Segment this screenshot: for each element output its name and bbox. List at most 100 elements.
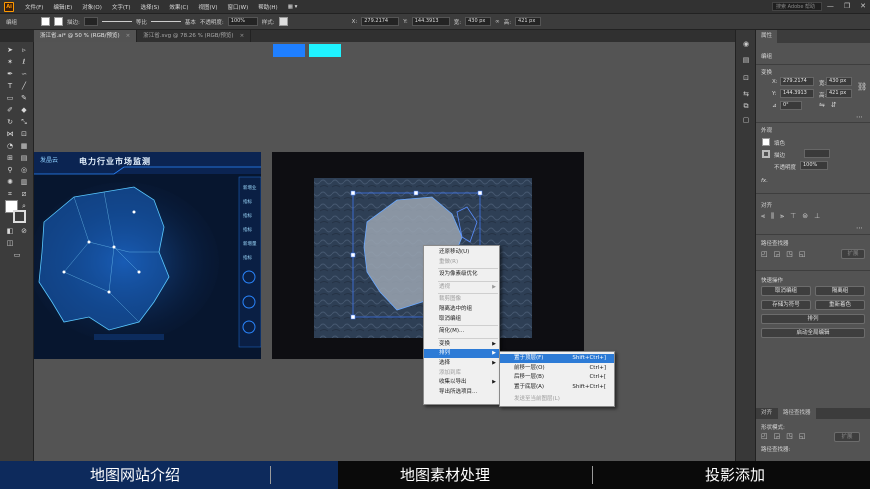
- paintbrush-tool-icon[interactable]: ✎: [18, 93, 30, 103]
- save-as-symbol-button[interactable]: 存储为符号: [761, 300, 811, 310]
- start-global-edit-button[interactable]: 启动全局编辑: [761, 328, 865, 338]
- context-menu-item[interactable]: 还原移动(U): [424, 248, 499, 257]
- expand-button[interactable]: 扩展: [841, 249, 865, 259]
- magic-wand-tool-icon[interactable]: ✶: [4, 57, 16, 67]
- tab-properties[interactable]: 属性: [756, 30, 778, 43]
- curvature-tool-icon[interactable]: ∽: [18, 69, 30, 79]
- w-field[interactable]: 430 px: [465, 17, 492, 26]
- unite-icon[interactable]: ◰: [761, 250, 768, 258]
- x-field[interactable]: 279.2174: [780, 77, 814, 86]
- column-graph-tool-icon[interactable]: ▥: [18, 177, 30, 187]
- style-swatch[interactable]: [278, 17, 288, 26]
- free-transform-tool-icon[interactable]: ⊡: [18, 129, 30, 139]
- opacity-field[interactable]: 100%: [800, 161, 828, 170]
- w-field[interactable]: 430 px: [826, 77, 852, 86]
- workspace-switcher-icon[interactable]: ▦ ▾: [283, 4, 303, 10]
- menu-type[interactable]: 文字(T): [107, 3, 136, 11]
- cyan-color-chip[interactable]: [309, 44, 341, 57]
- h-field[interactable]: 421 px: [826, 89, 852, 98]
- dashboard-artboard[interactable]: 发晶云 电力行业市场监测 新增业 指标 指标 指标 新增量 指标: [34, 152, 261, 359]
- arrange-menu-item[interactable]: 前移一层(O) Ctrl+]: [500, 364, 614, 373]
- blue-color-chip[interactable]: [273, 44, 305, 57]
- type-tool-icon[interactable]: T: [4, 81, 16, 91]
- stroke-color-swatch[interactable]: [13, 210, 26, 223]
- line-tool-icon[interactable]: ╱: [18, 81, 30, 91]
- close-icon[interactable]: ✕: [860, 2, 866, 10]
- tab-align[interactable]: 对齐: [756, 408, 777, 419]
- fill-swatch[interactable]: [762, 138, 770, 146]
- context-menu-item[interactable]: 简化(M)...: [424, 327, 499, 336]
- y-field[interactable]: 144.3913: [411, 17, 450, 26]
- mesh-tool-icon[interactable]: ⊞: [4, 153, 16, 163]
- menu-effect[interactable]: 效果(C): [164, 3, 193, 11]
- blend-tool-icon[interactable]: ◎: [18, 165, 30, 175]
- arrange-button[interactable]: 排列: [761, 314, 865, 324]
- align-center-h-icon[interactable]: ⫼: [771, 212, 774, 221]
- context-menu-item[interactable]: 隔离选中的组: [424, 305, 499, 314]
- flip-vertical-icon[interactable]: ⇵: [831, 101, 837, 109]
- y-field[interactable]: 144.3913: [780, 89, 814, 98]
- minimize-icon[interactable]: —: [827, 2, 834, 10]
- menu-select[interactable]: 选择(S): [136, 3, 165, 11]
- opacity-field[interactable]: 100%: [227, 17, 258, 26]
- menu-view[interactable]: 视图(V): [193, 3, 222, 11]
- minus-front-icon[interactable]: ◲: [774, 432, 781, 440]
- symbol-sprayer-tool-icon[interactable]: ✺: [4, 177, 16, 187]
- align-right-icon[interactable]: ⫸: [780, 212, 784, 221]
- direct-selection-tool-icon[interactable]: ▹: [18, 45, 30, 55]
- exclude-icon[interactable]: ◱: [799, 250, 806, 258]
- artboard-tool-icon[interactable]: ⌗: [4, 189, 16, 199]
- x-field[interactable]: 279.2174: [361, 17, 400, 26]
- context-menu-item[interactable]: 收集以导出 ▶: [424, 378, 499, 387]
- context-menu-item[interactable]: 排列 ▶: [424, 349, 499, 359]
- eraser-tool-icon[interactable]: ◆: [18, 105, 30, 115]
- align-top-icon[interactable]: ⊤: [790, 212, 796, 221]
- rotate-tool-icon[interactable]: ↻: [4, 117, 16, 127]
- fx-icon[interactable]: fx.: [761, 178, 768, 184]
- h-field[interactable]: 421 px: [515, 17, 542, 26]
- menu-window[interactable]: 窗口(W): [223, 3, 254, 11]
- scale-tool-icon[interactable]: ⤡: [18, 117, 30, 127]
- intersect-icon[interactable]: ◳: [786, 250, 793, 258]
- context-menu-item[interactable]: 取消编组: [424, 315, 499, 324]
- stroke-profile-line[interactable]: [101, 21, 132, 22]
- close-tab-icon[interactable]: ×: [126, 33, 131, 39]
- rectangle-tool-icon[interactable]: ▭: [4, 93, 16, 103]
- canvas-area[interactable]: 发晶云 电力行业市场监测 新增业 指标 指标 指标 新增量 指标: [34, 42, 735, 461]
- none-color-icon[interactable]: ⊘: [18, 226, 30, 236]
- recolor-button[interactable]: 重新着色: [815, 300, 865, 310]
- brush-line[interactable]: [150, 21, 181, 22]
- fill-swatch[interactable]: [41, 17, 51, 26]
- maximize-icon[interactable]: ❐: [844, 2, 850, 10]
- isolate-group-button[interactable]: 隔离组: [815, 286, 865, 296]
- context-menu-item[interactable]: 选择 ▶: [424, 359, 499, 368]
- perspective-grid-tool-icon[interactable]: ▦: [18, 141, 30, 151]
- help-search-input[interactable]: 搜索 Adobe 帮助: [772, 2, 822, 11]
- more-options-icon[interactable]: ⋯: [856, 113, 863, 121]
- libraries-panel-icon[interactable]: ▤: [741, 56, 751, 65]
- arrange-menu-item[interactable]: 置于底层(A) Shift+Ctrl+[: [500, 383, 614, 392]
- artboards-panel-icon[interactable]: ⧉: [741, 102, 751, 111]
- screen-mode-icon[interactable]: ▭: [11, 250, 23, 260]
- image-trace-icon[interactable]: ⊡: [741, 74, 751, 83]
- arrange-menu-item[interactable]: 置于顶层(F) Shift+Ctrl+]: [500, 354, 614, 363]
- gradient-tool-icon[interactable]: ▤: [18, 153, 30, 163]
- menu-help[interactable]: 帮助(H): [253, 3, 282, 11]
- minus-front-icon[interactable]: ◲: [774, 250, 781, 258]
- shape-builder-tool-icon[interactable]: ◔: [4, 141, 16, 151]
- lasso-tool-icon[interactable]: ℓ: [18, 57, 30, 67]
- close-tab-icon[interactable]: ×: [240, 33, 245, 39]
- align-middle-v-icon[interactable]: ⊜: [802, 212, 808, 221]
- tab-doc-svg[interactable]: 浙江省.svg @ 78.26 % (RGB/预览) ×: [137, 30, 252, 42]
- context-menu-item[interactable]: 导出所选项目...: [424, 388, 499, 397]
- menu-file[interactable]: 文件(F): [20, 3, 48, 11]
- align-more-icon[interactable]: ⋯: [856, 224, 863, 232]
- tab-doc-ai[interactable]: 浙江省.ai* @ 50 % (RGB/预览) ×: [34, 30, 138, 42]
- stroke-swatch[interactable]: [762, 150, 770, 158]
- links-panel-icon[interactable]: ⇆: [741, 90, 751, 99]
- constrain-proportions-icon[interactable]: ⛓: [857, 82, 867, 91]
- menu-edit[interactable]: 编辑(E): [48, 3, 77, 11]
- shaper-tool-icon[interactable]: ✐: [4, 105, 16, 115]
- stroke-swatch[interactable]: [54, 17, 64, 26]
- context-menu-item[interactable]: 变换 ▶: [424, 340, 499, 349]
